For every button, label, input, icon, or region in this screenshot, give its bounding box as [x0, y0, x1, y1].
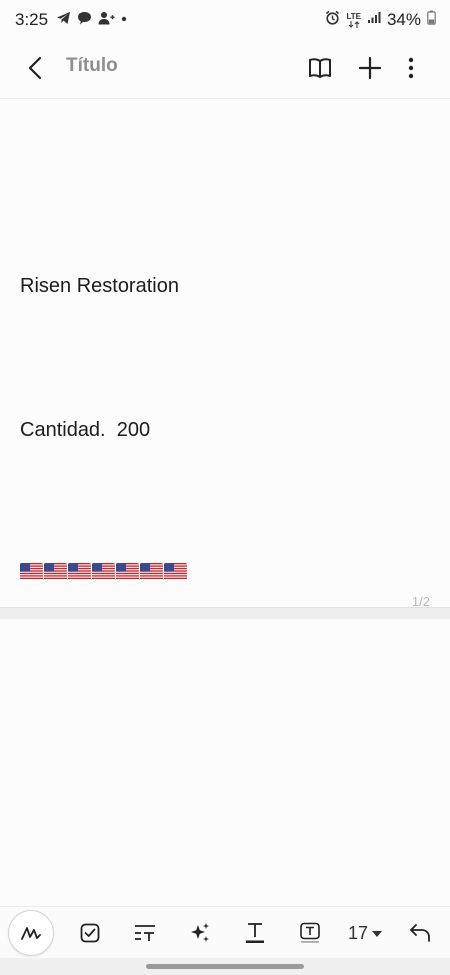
more-vert-icon: [408, 57, 414, 79]
back-button[interactable]: [18, 50, 54, 86]
network-label: LTE: [346, 11, 361, 21]
note-page-1[interactable]: Risen Restoration Cantidad. 200 1/2: [0, 99, 450, 609]
add-page-button[interactable]: [352, 50, 388, 86]
text-box-icon: [300, 922, 320, 943]
note-line-1[interactable]: Risen Restoration: [20, 275, 179, 298]
handwriting-icon: [21, 927, 41, 940]
us-flag-emoji: [140, 563, 163, 580]
lte-icon: LTE: [346, 11, 361, 28]
handwriting-mode-button[interactable]: [8, 910, 54, 956]
us-flag-emoji: [44, 563, 67, 580]
more-options-button[interactable]: [393, 50, 429, 86]
text-format-icon: [135, 925, 155, 941]
checkbox-button[interactable]: [72, 915, 108, 951]
home-gesture-handle[interactable]: [146, 964, 304, 969]
plus-icon: [359, 57, 381, 79]
status-time: 3:25: [15, 10, 49, 29]
text-format-button[interactable]: [127, 915, 163, 951]
telegram-icon: [56, 11, 71, 30]
font-size-value: 17: [348, 923, 369, 943]
us-flag-emoji: [116, 563, 139, 580]
signal-icon: [367, 11, 381, 29]
chat-bubble-icon: [77, 11, 92, 30]
alarm-icon: [325, 10, 340, 30]
font-size-selector[interactable]: 17: [348, 923, 383, 944]
undo-icon: [410, 924, 430, 942]
book-icon: [309, 58, 331, 78]
system-nav-bar: [0, 958, 450, 975]
system-icons: LTE 34%: [325, 10, 436, 30]
reading-mode-button[interactable]: [302, 50, 338, 86]
dot-icon: [121, 11, 127, 30]
battery-icon: [427, 10, 436, 30]
chevron-down-icon: [372, 930, 383, 937]
undo-button[interactable]: [402, 915, 438, 951]
us-flag-emoji: [68, 563, 91, 580]
checkbox-icon: [80, 923, 100, 943]
text-box-button[interactable]: [292, 915, 328, 951]
battery-percent: 34%: [386, 10, 421, 29]
flag-emoji-row[interactable]: [20, 563, 187, 580]
us-flag-emoji: [20, 563, 43, 580]
note-title[interactable]: Título: [66, 55, 118, 77]
text-color-icon: [246, 923, 264, 943]
back-arrow-icon: [28, 56, 42, 80]
text-color-button[interactable]: [237, 915, 273, 951]
notification-icons: [56, 11, 127, 30]
note-page-2[interactable]: [0, 619, 450, 905]
us-flag-emoji: [164, 563, 187, 580]
app-header: Título: [0, 40, 450, 99]
ai-sparkle-icon: [191, 923, 209, 942]
bottom-toolbar: 17: [0, 906, 450, 959]
person-add-icon: [98, 11, 115, 30]
note-line-2[interactable]: Cantidad. 200: [20, 419, 150, 442]
us-flag-emoji: [92, 563, 115, 580]
status-bar: 3:25 LTE 34%: [0, 0, 450, 40]
ai-assist-button[interactable]: [182, 915, 218, 951]
